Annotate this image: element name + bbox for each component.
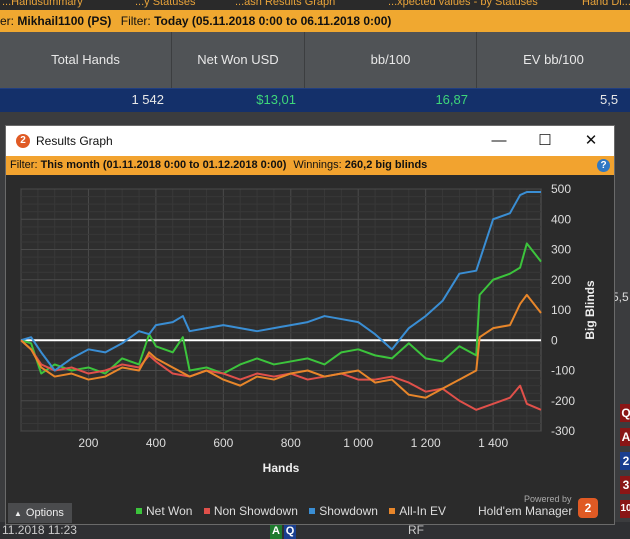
y-tick-label: -300 [551, 424, 575, 438]
tab-statuses[interactable]: ...y Statuses [135, 0, 196, 8]
legend-item-non-showdown[interactable]: Non Showdown [203, 504, 298, 518]
net-won-value: $13,01 [256, 92, 296, 107]
legend-label: Non Showdown [213, 504, 298, 518]
card-badge: 3 [620, 476, 630, 494]
filter-value[interactable]: This month (01.11.2018 0:00 to 01.12.201… [41, 159, 287, 171]
chart-legend: Net Won Non Showdown Showdown All-In EV [136, 504, 454, 518]
maximize-button[interactable]: ☐ [522, 126, 568, 156]
x-tick-label: 600 [213, 436, 233, 450]
x-tick-label: 800 [281, 436, 301, 450]
y-tick-label: -100 [551, 364, 575, 378]
winnings-value: 260,2 big blinds [344, 159, 428, 171]
y-tick-label: 400 [551, 212, 571, 226]
title-bar[interactable]: 2 Results Graph — ☐ ✕ [6, 126, 614, 156]
hm-logo-icon: 2 [578, 498, 598, 518]
chevron-up-icon: ▲ [14, 509, 22, 518]
legend-swatch [203, 508, 210, 514]
column-net-won-usd[interactable]: Net Won USD [172, 32, 305, 88]
tab-hand-details[interactable]: Hand Di... [582, 0, 630, 8]
x-tick-label: 1 000 [343, 436, 373, 450]
app-logo-icon: 2 [16, 134, 30, 148]
options-label: Options [25, 507, 64, 519]
legend-item-all-in-ev[interactable]: All-In EV [389, 504, 446, 518]
y-tick-label: 500 [551, 182, 571, 196]
results-chart: 200 400 600 800 1 000 1 200 1 400 500 400 300 200… [20, 182, 597, 475]
stats-table-row[interactable]: 1 542 $13,01 16,87 5,5 [0, 88, 630, 112]
card-badge: 2 [620, 452, 630, 470]
tab-cash-results-graph[interactable]: ...ash Results Graph [235, 0, 335, 8]
player-prefix: er: [0, 14, 15, 28]
results-graph-window[interactable]: 2 Results Graph — ☐ ✕ Filter: This month… [5, 125, 615, 525]
filter-label: Filter: [10, 159, 38, 171]
legend-label: Net Won [146, 504, 193, 518]
legend-item-net-won[interactable]: Net Won [136, 504, 192, 518]
legend-swatch [389, 508, 396, 514]
window-filter-bar: Filter: This month (01.11.2018 0:00 to 0… [6, 156, 614, 175]
bb-100-value: 16,87 [435, 92, 468, 107]
hole-card: A [270, 523, 282, 539]
card-badge: Q [620, 404, 630, 422]
card-badge: A [620, 428, 630, 446]
card-badge: 10 [620, 500, 630, 518]
player-name[interactable]: Mikhail1100 (PS) [17, 14, 111, 28]
y-tick-label: 100 [551, 303, 571, 317]
column-bb-100[interactable]: bb/100 [305, 32, 477, 88]
window-title: Results Graph [36, 134, 113, 148]
legend-item-showdown[interactable]: Showdown [309, 504, 378, 518]
close-button[interactable]: ✕ [568, 126, 614, 156]
winnings-label: Winnings: [293, 159, 342, 171]
hole-card: Q [284, 523, 296, 539]
legend-label: Showdown [319, 504, 378, 518]
total-hands-value: 1 542 [131, 92, 164, 107]
y-tick-label: 200 [551, 273, 571, 287]
x-tick-label: 400 [146, 436, 166, 450]
y-tick-label: 0 [551, 333, 558, 347]
column-ev-bb-100[interactable]: EV bb/100 [477, 32, 630, 88]
x-axis-label: Hands [263, 461, 300, 475]
stats-table-header: Total Hands Net Won USD bb/100 EV bb/100 [0, 32, 630, 88]
ev-bb-100-value: 5,5 [600, 92, 619, 107]
y-tick-label: 300 [551, 243, 571, 257]
background-tab-bar: ...Handsummary ...y Statuses ...ash Resu… [0, 0, 630, 10]
legend-swatch [136, 508, 142, 514]
filter-value[interactable]: Today (05.11.2018 0:00 to 06.11.2018 0:0… [154, 14, 391, 28]
y-axis-ticks: 500 400 300 200 100 0 -100 -200 -300 [551, 182, 575, 438]
filter-label: Filter: [120, 14, 151, 28]
powered-by-text: Powered by [524, 494, 572, 504]
x-axis-ticks: 200 400 600 800 1 000 1 200 1 400 [78, 436, 508, 450]
column-total-hands[interactable]: Total Hands [0, 32, 172, 88]
tab-handsummary[interactable]: ...Handsummary [2, 0, 83, 8]
tab-expected-values[interactable]: ...xpected values - by Statuses [388, 0, 538, 8]
x-tick-label: 1 200 [411, 436, 441, 450]
y-tick-label: -200 [551, 394, 575, 408]
legend-label: All-In EV [399, 504, 446, 518]
minimize-button[interactable]: — [476, 126, 522, 156]
options-button[interactable]: ▲ Options [8, 503, 72, 523]
legend-swatch [309, 508, 316, 514]
x-tick-label: 1 400 [478, 436, 508, 450]
background-filter-bar: er: Mikhail1100 (PS) Filter: Today (05.1… [0, 10, 630, 32]
help-icon[interactable]: ? [597, 159, 610, 172]
x-tick-label: 200 [78, 436, 98, 450]
y-axis-label: Big Blinds [583, 280, 597, 340]
brand-name: Hold'em Manager [478, 504, 573, 518]
